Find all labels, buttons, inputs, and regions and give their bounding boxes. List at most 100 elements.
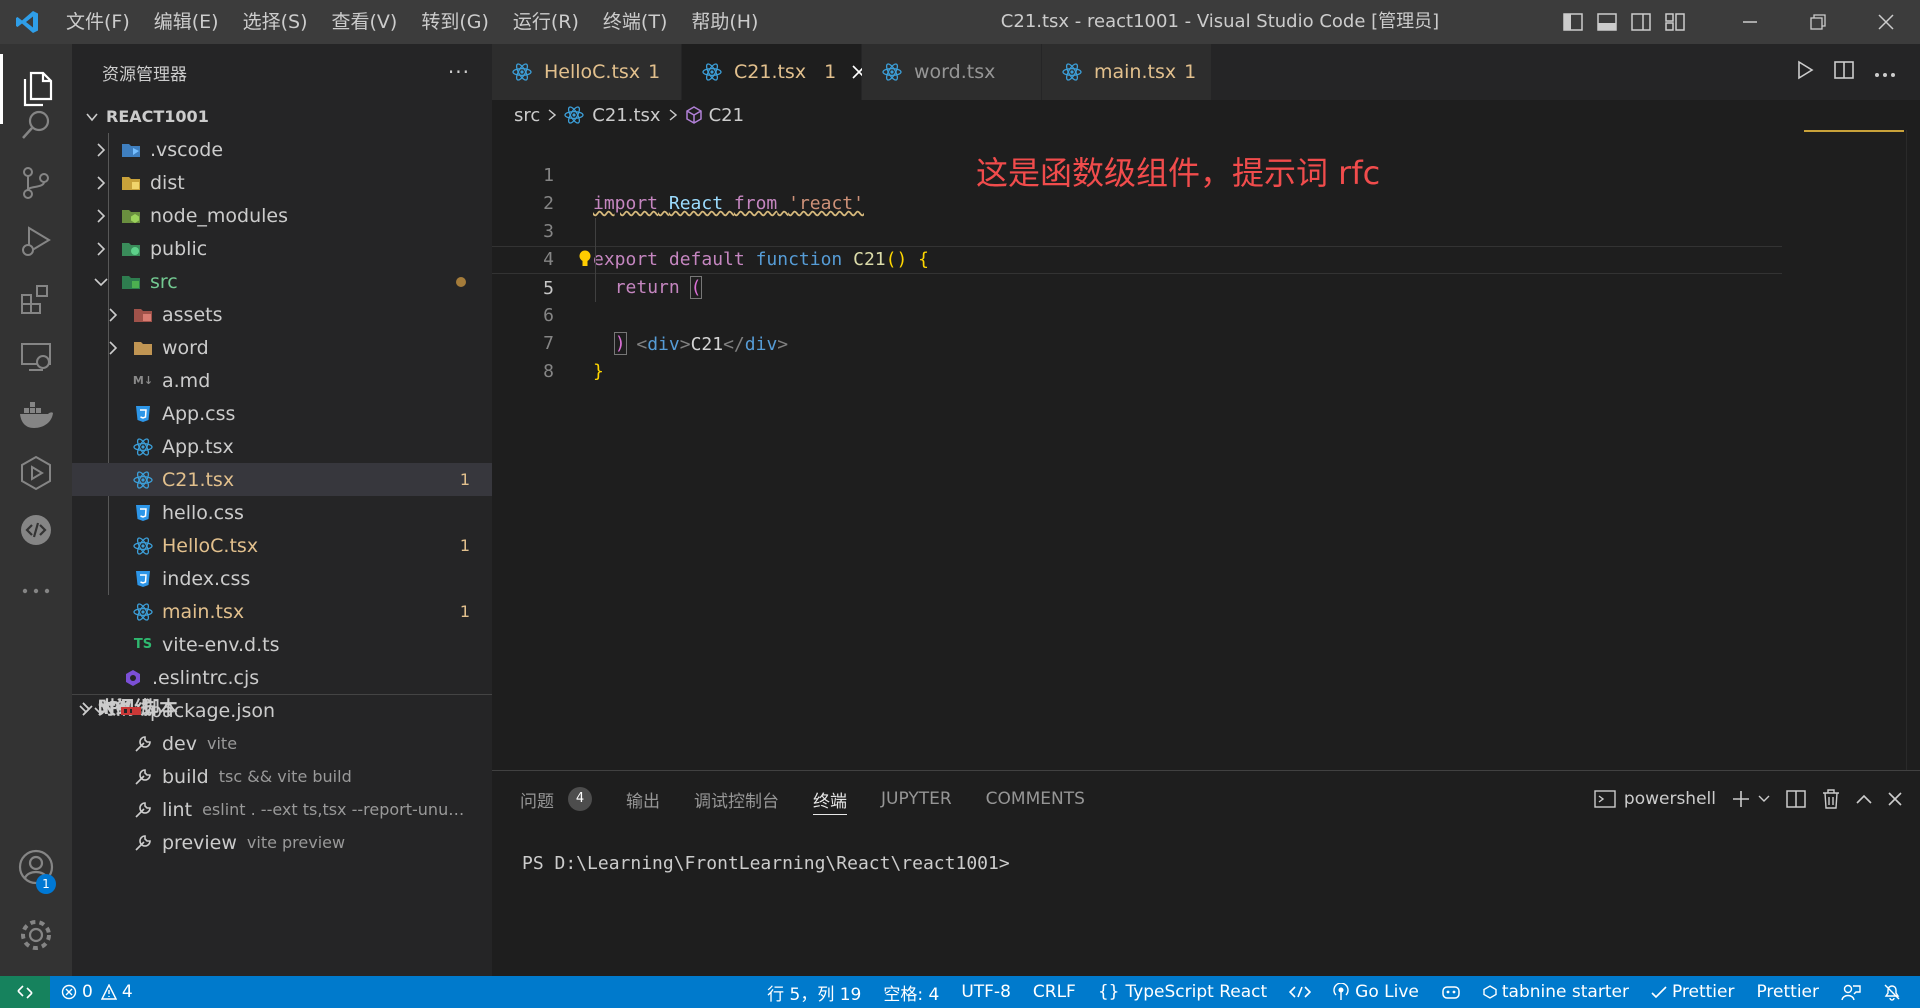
- npm-script-dev[interactable]: dev vite: [72, 727, 492, 760]
- tree-folder-word[interactable]: word: [72, 331, 492, 364]
- tree-folder-node-modules[interactable]: node_modules: [72, 199, 492, 232]
- npm-script-lint[interactable]: lint eslint . --ext ts,tsx --report-unus…: [72, 793, 492, 826]
- language-mode[interactable]: {} TypeScript React: [1087, 982, 1278, 1002]
- panel-tab-output[interactable]: 输出: [626, 771, 660, 827]
- tree-file-hello-css[interactable]: hello.css: [72, 496, 492, 529]
- panel-tab-label: 问题: [520, 791, 554, 812]
- prettier-label: Prettier: [1671, 982, 1735, 1002]
- code-editor[interactable]: 1 import React from 'react' 2 3 export d…: [492, 130, 1920, 770]
- new-terminal-icon[interactable]: [1724, 771, 1758, 827]
- minimap[interactable]: [1804, 130, 1904, 140]
- script-command: vite: [207, 734, 238, 753]
- accounts-icon[interactable]: 1: [0, 832, 72, 902]
- tree-file-helloc-tsx[interactable]: HelloC.tsx 1: [72, 529, 492, 562]
- tree-label: .vscode: [150, 138, 224, 161]
- menu-terminal[interactable]: 终端(T): [591, 0, 679, 44]
- customize-layout-icon[interactable]: [1658, 0, 1692, 44]
- live-share-status-icon[interactable]: [1278, 985, 1322, 999]
- tree-file-vite-env[interactable]: TS vite-env.d.ts: [72, 628, 492, 661]
- tree-file-main-tsx[interactable]: main.tsx 1: [72, 595, 492, 628]
- close-window-icon[interactable]: [1852, 0, 1920, 44]
- toggle-primary-sidebar-icon[interactable]: [1556, 0, 1590, 44]
- tree-file-c21-tsx[interactable]: C21.tsx 1: [72, 463, 492, 496]
- feedback-icon[interactable]: [1830, 983, 1872, 1001]
- prettier-check-status[interactable]: Prettier: [1640, 982, 1746, 1002]
- trash-icon[interactable]: [1814, 771, 1848, 827]
- tree-file-a-md[interactable]: M↓ a.md: [72, 364, 492, 397]
- menu-go[interactable]: 转到(G): [409, 0, 501, 44]
- tree-file-app-css[interactable]: App.css: [72, 397, 492, 430]
- tree-file-app-tsx[interactable]: App.tsx: [72, 430, 492, 463]
- panel-tab-debug-console[interactable]: 调试控制台: [694, 771, 779, 827]
- menu-file[interactable]: 文件(F): [54, 0, 142, 44]
- file-tree: .vscode dist node_modules public src ass…: [72, 133, 492, 694]
- run-icon[interactable]: [1786, 60, 1824, 84]
- minimize-icon[interactable]: [1716, 0, 1784, 44]
- npm-script-build[interactable]: build tsc && vite build: [72, 760, 492, 793]
- panel-tab-terminal[interactable]: 终端: [813, 771, 847, 827]
- tree-file-index-css[interactable]: index.css: [72, 562, 492, 595]
- end-of-line[interactable]: CRLF: [1022, 982, 1087, 1002]
- tree-label: vite-env.d.ts: [162, 633, 280, 656]
- accounts-badge: 1: [36, 874, 56, 894]
- folder-assets-icon: [132, 307, 154, 323]
- panel-tab-problems[interactable]: 问题 4: [520, 771, 592, 827]
- toggle-secondary-sidebar-icon[interactable]: [1624, 0, 1658, 44]
- tabnine-status[interactable]: tabnine starter: [1472, 982, 1640, 1002]
- close-panel-icon[interactable]: [1880, 771, 1910, 827]
- tree-file-eslintrc[interactable]: .eslintrc.cjs: [72, 661, 492, 694]
- explorer-title: 资源管理器: [102, 64, 187, 85]
- menu-view[interactable]: 查看(V): [320, 0, 410, 44]
- breadcrumb-src[interactable]: src: [514, 105, 540, 126]
- cursor-position[interactable]: 行 5，列 19: [756, 980, 872, 1005]
- chevron-right-icon: [669, 105, 677, 126]
- menu-run[interactable]: 运行(R): [501, 0, 591, 44]
- prettier-status[interactable]: Prettier: [1745, 982, 1830, 1002]
- tree-folder-assets[interactable]: assets: [72, 298, 492, 331]
- chevron-right-icon: [92, 208, 110, 223]
- react-file-icon: [702, 63, 722, 81]
- tree-folder-vscode[interactable]: .vscode: [72, 133, 492, 166]
- tree-label: dist: [150, 171, 185, 194]
- chevron-down-icon[interactable]: [1758, 771, 1778, 827]
- tree-label: package.json: [150, 699, 276, 722]
- problems-status[interactable]: 0 4: [50, 982, 144, 1002]
- breadcrumb-symbol[interactable]: C21: [709, 105, 744, 126]
- toggle-panel-icon[interactable]: [1590, 0, 1624, 44]
- menu-help[interactable]: 帮助(H): [679, 0, 770, 44]
- panel-tab-jupyter[interactable]: JUPYTER: [881, 771, 952, 827]
- explorer-more-icon[interactable]: ···: [448, 60, 470, 84]
- encoding[interactable]: UTF-8: [950, 982, 1022, 1002]
- breadcrumb-file[interactable]: C21.tsx: [592, 105, 660, 126]
- go-live-button[interactable]: Go Live: [1322, 982, 1430, 1002]
- workspace-root[interactable]: REACT1001: [72, 100, 492, 133]
- npm-script-preview[interactable]: preview vite preview: [72, 826, 492, 859]
- copilot-icon[interactable]: [1430, 983, 1472, 1001]
- more-actions-icon[interactable]: [1864, 63, 1906, 82]
- script-command: tsc && vite build: [218, 767, 352, 786]
- npm-package-json[interactable]: package.json: [72, 694, 492, 727]
- terminal-shell-selector[interactable]: powershell: [1586, 771, 1724, 827]
- more-icon[interactable]: [0, 556, 72, 626]
- tab-main[interactable]: main.tsx 1: [1042, 44, 1212, 100]
- split-editor-icon[interactable]: [1824, 60, 1864, 84]
- tab-helloc[interactable]: HelloC.tsx 1: [492, 44, 682, 100]
- indentation[interactable]: 空格: 4: [872, 980, 950, 1005]
- restore-icon[interactable]: [1784, 0, 1852, 44]
- remote-indicator-icon[interactable]: [0, 976, 50, 1008]
- settings-gear-icon[interactable]: [0, 900, 72, 970]
- tree-folder-src[interactable]: src: [72, 265, 492, 298]
- tree-folder-public[interactable]: public: [72, 232, 492, 265]
- split-terminal-icon[interactable]: [1778, 771, 1814, 827]
- tab-c21[interactable]: C21.tsx 1: [682, 44, 866, 100]
- tab-word[interactable]: word.tsx: [862, 44, 1042, 100]
- terminal-prompt[interactable]: PS D:\Learning\FrontLearning\React\react…: [522, 853, 1010, 874]
- notifications-icon[interactable]: [1872, 983, 1912, 1001]
- menu-edit[interactable]: 编辑(E): [142, 0, 231, 44]
- editor-scrollbar[interactable]: [1906, 130, 1920, 770]
- maximize-panel-icon[interactable]: [1848, 771, 1880, 827]
- panel-tab-comments[interactable]: COMMENTS: [986, 771, 1085, 827]
- problem-count: 1: [459, 602, 470, 621]
- menu-selection[interactable]: 选择(S): [231, 0, 320, 44]
- tree-folder-dist[interactable]: dist: [72, 166, 492, 199]
